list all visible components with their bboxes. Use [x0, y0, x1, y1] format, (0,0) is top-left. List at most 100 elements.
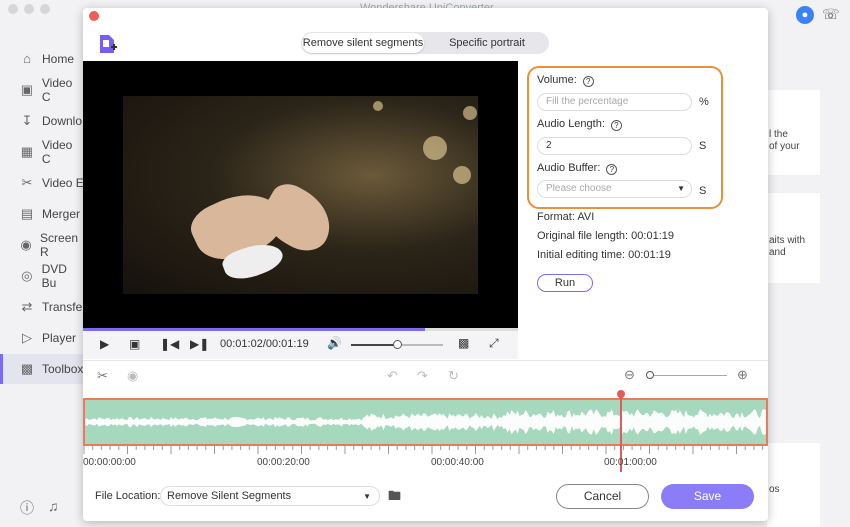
format-info: Format: AVI: [537, 211, 595, 223]
help-icon[interactable]: ?: [610, 120, 622, 131]
stop-icon[interactable]: ▣: [129, 337, 140, 351]
sidebar-item-label: Video C: [41, 76, 73, 104]
zoom-in-icon[interactable]: ⊕: [737, 367, 748, 383]
help-icon[interactable]: ⓘ: [20, 498, 34, 518]
audio-length-input[interactable]: 2: [537, 137, 692, 155]
sidebar-item-merger[interactable]: ▤ Merger: [0, 199, 84, 229]
player-icon: ▷: [22, 330, 32, 345]
file-location-select[interactable]: Remove Silent Segments ▼: [160, 486, 380, 506]
audio-length-label: Audio Length:?: [537, 118, 622, 131]
reset-icon[interactable]: ↻: [448, 368, 459, 384]
editing-time-info: Initial editing time: 00:01:19: [537, 249, 671, 261]
folder-icon[interactable]: 🖿: [388, 487, 401, 509]
fullscreen-icon[interactable]: ⤢: [489, 336, 499, 351]
sidebar-item-label: Home: [42, 52, 75, 66]
sidebar-item-video-editor[interactable]: ✂ Video E: [0, 168, 84, 198]
scissors-icon[interactable]: ✂: [97, 368, 108, 384]
sidebar-item-video-converter[interactable]: ▣ Video C: [0, 75, 84, 105]
volume-label: Volume:?: [537, 74, 594, 87]
sidebar-item-label: DVD Bu: [41, 262, 67, 290]
audio-buffer-select[interactable]: Please choose ▼: [537, 180, 692, 198]
play-icon[interactable]: ▶: [100, 337, 109, 351]
audio-buffer-unit: S: [699, 185, 707, 197]
window-controls[interactable]: [8, 4, 50, 14]
sidebar-item-screen-recorder[interactable]: ◉ Screen R: [0, 230, 84, 260]
background-text: and: [769, 247, 786, 258]
video-convert-icon: ▣: [20, 82, 34, 97]
volume-unit: %: [699, 96, 709, 108]
sidebar-item-home[interactable]: ⌂ Home: [0, 44, 84, 74]
sidebar-item-label: Toolbox: [42, 362, 84, 376]
audio-buffer-label: Audio Buffer:?: [537, 162, 618, 175]
sidebar: ⌂ Home ▣ Video C ↧ Downlo ▦ Video C ✂ Video E…: [0, 40, 84, 527]
original-length-info: Original file length: 00:01:19: [537, 230, 674, 242]
download-icon: ↧: [21, 113, 33, 128]
run-button[interactable]: Run: [537, 274, 593, 292]
snapshot-icon[interactable]: ▩: [458, 336, 469, 350]
video-preview[interactable]: [83, 61, 518, 328]
dvd-burner-icon: ◎: [21, 268, 33, 283]
zoom-slider-handle[interactable]: [646, 371, 654, 379]
sidebar-item-video-compressor[interactable]: ▦ Video C: [0, 137, 84, 167]
sidebar-item-label: Video E: [42, 176, 84, 190]
transfer-icon: ⇄: [21, 299, 33, 314]
background-text: os: [769, 484, 780, 495]
chevron-down-icon: ▼: [363, 492, 371, 501]
previous-frame-icon[interactable]: ❚◀: [160, 337, 179, 351]
merger-icon: ▤: [20, 206, 34, 221]
redo-icon[interactable]: ↷: [417, 368, 428, 384]
zoom-out-icon[interactable]: ⊖: [624, 367, 635, 383]
sidebar-footer: ⓘ ♫: [20, 498, 59, 518]
zoom-slider[interactable]: [649, 375, 727, 376]
toolbox-icon: ▩: [20, 361, 34, 376]
sidebar-item-label: Screen R: [40, 231, 79, 259]
background-text: of your: [769, 141, 800, 152]
audio-length-unit: S: [699, 140, 707, 152]
save-button[interactable]: Save: [661, 484, 754, 509]
timeline-tick-label: 00:00:40:00: [431, 457, 484, 468]
sidebar-item-downloader[interactable]: ↧ Downlo: [0, 106, 84, 136]
video-frame: [123, 96, 478, 294]
sidebar-item-dvd-burner[interactable]: ◎ DVD Bu: [0, 261, 84, 291]
timeline-tick-label: 00:01:00:00: [604, 457, 657, 468]
tab-specific-portrait[interactable]: Specific portrait: [426, 33, 548, 53]
mode-tabs: Remove silent segments Specific portrait: [301, 32, 549, 54]
sidebar-item-label: Downlo: [42, 114, 83, 128]
timeline-tick-label: 00:00:00:00: [83, 457, 136, 468]
timeline-ruler: [83, 446, 764, 454]
notification-bell-icon[interactable]: ♫: [48, 498, 59, 518]
timeline-tick-label: 00:00:20:00: [257, 457, 310, 468]
next-frame-icon[interactable]: ▶❚: [190, 337, 209, 351]
help-icon[interactable]: ?: [606, 164, 618, 175]
home-icon: ⌂: [23, 51, 31, 66]
waveform-graphic: [85, 409, 766, 435]
user-icon[interactable]: ●: [796, 6, 814, 24]
volume-slider-handle[interactable]: [393, 340, 402, 349]
eye-icon[interactable]: ◉: [127, 368, 138, 384]
volume-icon[interactable]: 🔊: [327, 336, 342, 350]
cancel-button[interactable]: Cancel: [556, 484, 649, 509]
close-button[interactable]: [89, 11, 99, 21]
tab-remove-silent-segments[interactable]: Remove silent segments: [302, 33, 424, 53]
remove-silent-segments-dialog: Remove silent segments Specific portrait…: [83, 8, 768, 521]
player-controls: ▶ ▣ ❚◀ ▶❚ 00:01:02/00:01:19 🔊 ▩ ⤢: [83, 331, 518, 359]
chevron-down-icon: ▼: [677, 184, 685, 193]
sidebar-item-label: Video C: [41, 138, 73, 166]
sidebar-item-label: Transfe: [42, 300, 83, 314]
file-location-label: File Location:: [95, 490, 161, 502]
sidebar-item-transfer[interactable]: ⇄ Transfe: [0, 292, 84, 322]
sidebar-item-label: Merger: [42, 207, 81, 221]
video-edit-icon: ✂: [21, 175, 33, 190]
audio-waveform-track[interactable]: [83, 398, 768, 446]
sidebar-item-toolbox[interactable]: ▩ Toolbox: [0, 354, 84, 384]
volume-input[interactable]: Fill the percentage: [537, 93, 692, 111]
time-readout: 00:01:02/00:01:19: [220, 338, 309, 350]
undo-icon[interactable]: ↶: [387, 368, 398, 384]
screen-recorder-icon: ◉: [20, 237, 32, 252]
sidebar-item-label: Player: [42, 331, 77, 345]
video-compress-icon: ▦: [20, 144, 34, 159]
add-file-icon[interactable]: [97, 33, 119, 55]
sidebar-item-player[interactable]: ▷ Player: [0, 323, 84, 353]
support-headset-icon[interactable]: ☏: [822, 6, 840, 23]
help-icon[interactable]: ?: [582, 76, 594, 87]
